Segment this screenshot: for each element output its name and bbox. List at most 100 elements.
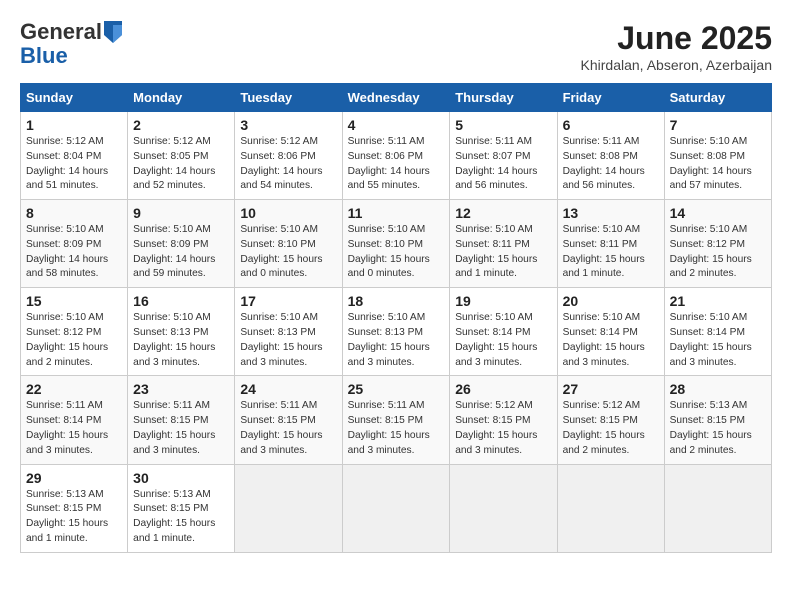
calendar-cell: 22 Sunrise: 5:11 AMSunset: 8:14 PMDaylig… [21, 376, 128, 464]
calendar-row: 1 Sunrise: 5:12 AMSunset: 8:04 PMDayligh… [21, 112, 772, 200]
day-number: 27 [563, 381, 659, 397]
calendar-cell: 6 Sunrise: 5:11 AMSunset: 8:08 PMDayligh… [557, 112, 664, 200]
day-number: 23 [133, 381, 229, 397]
day-number: 21 [670, 293, 766, 309]
logo-general: General [20, 20, 102, 44]
day-info: Sunrise: 5:13 AMSunset: 8:15 PMDaylight:… [26, 489, 108, 544]
calendar-cell: 29 Sunrise: 5:13 AMSunset: 8:15 PMDaylig… [21, 464, 128, 552]
day-info: Sunrise: 5:10 AMSunset: 8:11 PMDaylight:… [455, 224, 537, 279]
calendar-cell: 8 Sunrise: 5:10 AMSunset: 8:09 PMDayligh… [21, 200, 128, 288]
calendar-row: 8 Sunrise: 5:10 AMSunset: 8:09 PMDayligh… [21, 200, 772, 288]
calendar-cell: 1 Sunrise: 5:12 AMSunset: 8:04 PMDayligh… [21, 112, 128, 200]
calendar-cell: 19 Sunrise: 5:10 AMSunset: 8:14 PMDaylig… [450, 288, 557, 376]
calendar-cell: 3 Sunrise: 5:12 AMSunset: 8:06 PMDayligh… [235, 112, 342, 200]
calendar-cell: 10 Sunrise: 5:10 AMSunset: 8:10 PMDaylig… [235, 200, 342, 288]
col-tuesday: Tuesday [235, 84, 342, 112]
col-thursday: Thursday [450, 84, 557, 112]
logo-icon [104, 21, 122, 43]
day-number: 9 [133, 205, 229, 221]
day-number: 30 [133, 470, 229, 486]
day-number: 5 [455, 117, 551, 133]
month-title: June 2025 [581, 20, 772, 57]
day-info: Sunrise: 5:10 AMSunset: 8:14 PMDaylight:… [670, 312, 752, 367]
day-number: 29 [26, 470, 122, 486]
day-info: Sunrise: 5:10 AMSunset: 8:13 PMDaylight:… [133, 312, 215, 367]
day-number: 24 [240, 381, 336, 397]
calendar-cell: 5 Sunrise: 5:11 AMSunset: 8:07 PMDayligh… [450, 112, 557, 200]
day-info: Sunrise: 5:12 AMSunset: 8:15 PMDaylight:… [455, 400, 537, 455]
day-number: 8 [26, 205, 122, 221]
day-number: 16 [133, 293, 229, 309]
day-number: 26 [455, 381, 551, 397]
calendar-cell: 7 Sunrise: 5:10 AMSunset: 8:08 PMDayligh… [664, 112, 771, 200]
day-info: Sunrise: 5:11 AMSunset: 8:14 PMDaylight:… [26, 400, 108, 455]
day-number: 2 [133, 117, 229, 133]
calendar-cell: 28 Sunrise: 5:13 AMSunset: 8:15 PMDaylig… [664, 376, 771, 464]
calendar-cell: 13 Sunrise: 5:10 AMSunset: 8:11 PMDaylig… [557, 200, 664, 288]
day-info: Sunrise: 5:10 AMSunset: 8:14 PMDaylight:… [563, 312, 645, 367]
logo-blue: Blue [20, 44, 122, 68]
calendar-cell: 17 Sunrise: 5:10 AMSunset: 8:13 PMDaylig… [235, 288, 342, 376]
day-number: 28 [670, 381, 766, 397]
day-number: 25 [348, 381, 445, 397]
day-info: Sunrise: 5:10 AMSunset: 8:14 PMDaylight:… [455, 312, 537, 367]
day-number: 10 [240, 205, 336, 221]
day-number: 6 [563, 117, 659, 133]
day-info: Sunrise: 5:12 AMSunset: 8:04 PMDaylight:… [26, 136, 108, 191]
day-info: Sunrise: 5:11 AMSunset: 8:06 PMDaylight:… [348, 136, 430, 191]
calendar-cell: 25 Sunrise: 5:11 AMSunset: 8:15 PMDaylig… [342, 376, 450, 464]
logo: General Blue [20, 20, 122, 68]
day-info: Sunrise: 5:11 AMSunset: 8:15 PMDaylight:… [240, 400, 322, 455]
page-header: General Blue June 2025 Khirdalan, Absero… [20, 20, 772, 73]
col-monday: Monday [128, 84, 235, 112]
calendar-cell: 11 Sunrise: 5:10 AMSunset: 8:10 PMDaylig… [342, 200, 450, 288]
day-info: Sunrise: 5:10 AMSunset: 8:13 PMDaylight:… [240, 312, 322, 367]
col-sunday: Sunday [21, 84, 128, 112]
col-friday: Friday [557, 84, 664, 112]
day-number: 15 [26, 293, 122, 309]
calendar-row: 15 Sunrise: 5:10 AMSunset: 8:12 PMDaylig… [21, 288, 772, 376]
calendar-cell: 2 Sunrise: 5:12 AMSunset: 8:05 PMDayligh… [128, 112, 235, 200]
day-info: Sunrise: 5:10 AMSunset: 8:09 PMDaylight:… [26, 224, 108, 279]
calendar-cell: 12 Sunrise: 5:10 AMSunset: 8:11 PMDaylig… [450, 200, 557, 288]
col-wednesday: Wednesday [342, 84, 450, 112]
calendar-cell: 24 Sunrise: 5:11 AMSunset: 8:15 PMDaylig… [235, 376, 342, 464]
calendar-header-row: Sunday Monday Tuesday Wednesday Thursday… [21, 84, 772, 112]
calendar-cell [342, 464, 450, 552]
calendar-cell: 30 Sunrise: 5:13 AMSunset: 8:15 PMDaylig… [128, 464, 235, 552]
day-info: Sunrise: 5:10 AMSunset: 8:10 PMDaylight:… [348, 224, 430, 279]
calendar-row: 22 Sunrise: 5:11 AMSunset: 8:14 PMDaylig… [21, 376, 772, 464]
calendar-table: Sunday Monday Tuesday Wednesday Thursday… [20, 83, 772, 553]
day-info: Sunrise: 5:10 AMSunset: 8:09 PMDaylight:… [133, 224, 215, 279]
calendar-cell: 14 Sunrise: 5:10 AMSunset: 8:12 PMDaylig… [664, 200, 771, 288]
day-info: Sunrise: 5:11 AMSunset: 8:08 PMDaylight:… [563, 136, 645, 191]
day-number: 3 [240, 117, 336, 133]
day-number: 22 [26, 381, 122, 397]
day-info: Sunrise: 5:12 AMSunset: 8:05 PMDaylight:… [133, 136, 215, 191]
calendar-cell [235, 464, 342, 552]
day-info: Sunrise: 5:10 AMSunset: 8:10 PMDaylight:… [240, 224, 322, 279]
calendar-cell: 4 Sunrise: 5:11 AMSunset: 8:06 PMDayligh… [342, 112, 450, 200]
day-info: Sunrise: 5:13 AMSunset: 8:15 PMDaylight:… [133, 489, 215, 544]
day-number: 1 [26, 117, 122, 133]
day-info: Sunrise: 5:10 AMSunset: 8:12 PMDaylight:… [670, 224, 752, 279]
col-saturday: Saturday [664, 84, 771, 112]
day-info: Sunrise: 5:10 AMSunset: 8:11 PMDaylight:… [563, 224, 645, 279]
day-info: Sunrise: 5:11 AMSunset: 8:15 PMDaylight:… [133, 400, 215, 455]
day-info: Sunrise: 5:11 AMSunset: 8:07 PMDaylight:… [455, 136, 537, 191]
calendar-cell [664, 464, 771, 552]
calendar-row: 29 Sunrise: 5:13 AMSunset: 8:15 PMDaylig… [21, 464, 772, 552]
day-info: Sunrise: 5:10 AMSunset: 8:13 PMDaylight:… [348, 312, 430, 367]
day-number: 7 [670, 117, 766, 133]
calendar-cell: 26 Sunrise: 5:12 AMSunset: 8:15 PMDaylig… [450, 376, 557, 464]
day-info: Sunrise: 5:12 AMSunset: 8:06 PMDaylight:… [240, 136, 322, 191]
day-info: Sunrise: 5:11 AMSunset: 8:15 PMDaylight:… [348, 400, 430, 455]
calendar-cell: 20 Sunrise: 5:10 AMSunset: 8:14 PMDaylig… [557, 288, 664, 376]
day-number: 11 [348, 205, 445, 221]
calendar-cell: 9 Sunrise: 5:10 AMSunset: 8:09 PMDayligh… [128, 200, 235, 288]
day-number: 12 [455, 205, 551, 221]
title-block: June 2025 Khirdalan, Abseron, Azerbaijan [581, 20, 772, 73]
day-number: 13 [563, 205, 659, 221]
calendar-cell [557, 464, 664, 552]
calendar-cell: 16 Sunrise: 5:10 AMSunset: 8:13 PMDaylig… [128, 288, 235, 376]
